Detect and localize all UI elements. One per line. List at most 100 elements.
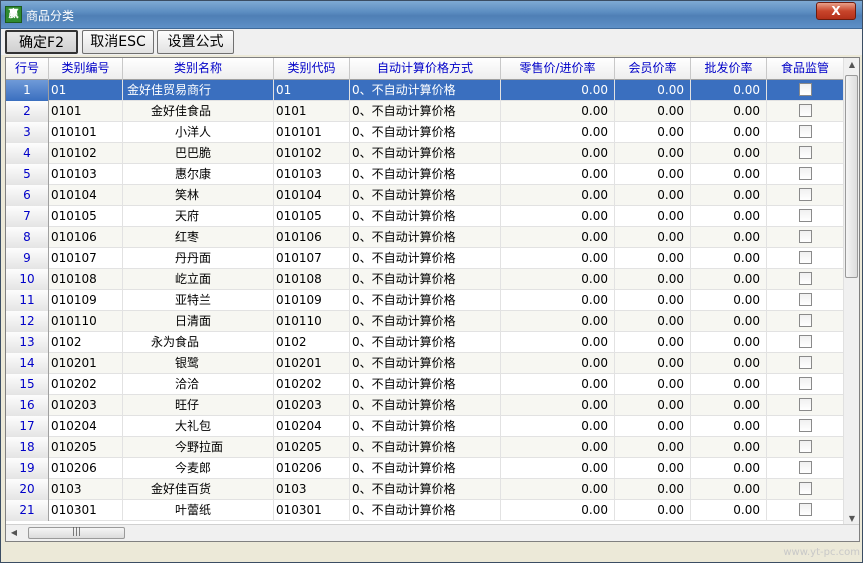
wholesale-rate-cell[interactable]: 0.00 (691, 164, 767, 185)
category-name-cell[interactable]: 金好佳食品 (123, 101, 274, 122)
category-no-cell[interactable]: 010107 (49, 248, 123, 269)
category-name-cell[interactable]: 银鹭 (123, 353, 274, 374)
retail-rate-cell[interactable]: 0.00 (501, 227, 615, 248)
pricing-mode-cell[interactable]: 0、不自动计算价格 (350, 290, 501, 311)
retail-rate-cell[interactable]: 0.00 (501, 353, 615, 374)
category-no-cell[interactable]: 010205 (49, 437, 123, 458)
category-no-cell[interactable]: 010105 (49, 206, 123, 227)
retail-rate-cell[interactable]: 0.00 (501, 206, 615, 227)
category-code-cell[interactable]: 010201 (274, 353, 350, 374)
wholesale-rate-cell[interactable]: 0.00 (691, 269, 767, 290)
row-number[interactable]: 14 (6, 353, 49, 374)
food-supervision-checkbox[interactable] (799, 440, 812, 453)
retail-rate-cell[interactable]: 0.00 (501, 395, 615, 416)
wholesale-rate-cell[interactable]: 0.00 (691, 416, 767, 437)
retail-rate-cell[interactable]: 0.00 (501, 185, 615, 206)
category-no-cell[interactable]: 010110 (49, 311, 123, 332)
category-no-cell[interactable]: 010106 (49, 227, 123, 248)
category-code-cell[interactable]: 01 (274, 80, 350, 101)
member-rate-cell[interactable]: 0.00 (615, 269, 691, 290)
row-number[interactable]: 13 (6, 332, 49, 353)
row-number[interactable]: 8 (6, 227, 49, 248)
table-row[interactable]: 10 010108 屹立面 010108 0、不自动计算价格 0.00 0.00 0.00 (6, 269, 844, 290)
category-code-cell[interactable]: 0101 (274, 101, 350, 122)
member-rate-cell[interactable]: 0.00 (615, 206, 691, 227)
pricing-mode-cell[interactable]: 0、不自动计算价格 (350, 269, 501, 290)
col-header-category-no[interactable]: 类别编号 (49, 58, 123, 80)
retail-rate-cell[interactable]: 0.00 (501, 164, 615, 185)
member-rate-cell[interactable]: 0.00 (615, 164, 691, 185)
food-supervision-checkbox[interactable] (799, 272, 812, 285)
pricing-mode-cell[interactable]: 0、不自动计算价格 (350, 500, 501, 521)
pricing-mode-cell[interactable]: 0、不自动计算价格 (350, 311, 501, 332)
row-number[interactable]: 2 (6, 101, 49, 122)
table-row[interactable]: 1 01 金好佳贸易商行 01 0、不自动计算价格 0.00 0.00 0.00 (6, 80, 844, 101)
col-header-food-supervision[interactable]: 食品监管 (767, 58, 844, 80)
col-header-retail-rate[interactable]: 零售价/进价率 (501, 58, 615, 80)
category-name-cell[interactable]: 日清面 (123, 311, 274, 332)
col-header-category-name[interactable]: 类别名称 (123, 58, 274, 80)
food-supervision-checkbox[interactable] (799, 356, 812, 369)
scroll-down-icon[interactable]: ▼ (844, 514, 859, 523)
table-row[interactable]: 12 010110 日清面 010110 0、不自动计算价格 0.00 0.00 0.00 (6, 311, 844, 332)
member-rate-cell[interactable]: 0.00 (615, 416, 691, 437)
row-number[interactable]: 3 (6, 122, 49, 143)
category-no-cell[interactable]: 010203 (49, 395, 123, 416)
row-number[interactable]: 16 (6, 395, 49, 416)
category-name-cell[interactable]: 今野拉面 (123, 437, 274, 458)
food-supervision-checkbox[interactable] (799, 83, 812, 96)
category-name-cell[interactable]: 笑林 (123, 185, 274, 206)
wholesale-rate-cell[interactable]: 0.00 (691, 458, 767, 479)
food-supervision-checkbox[interactable] (799, 461, 812, 474)
category-name-cell[interactable]: 叶蕾纸 (123, 500, 274, 521)
category-name-cell[interactable]: 红枣 (123, 227, 274, 248)
retail-rate-cell[interactable]: 0.00 (501, 311, 615, 332)
category-no-cell[interactable]: 01 (49, 80, 123, 101)
food-supervision-checkbox[interactable] (799, 419, 812, 432)
wholesale-rate-cell[interactable]: 0.00 (691, 122, 767, 143)
category-no-cell[interactable]: 010108 (49, 269, 123, 290)
category-code-cell[interactable]: 010205 (274, 437, 350, 458)
category-code-cell[interactable]: 010105 (274, 206, 350, 227)
pricing-mode-cell[interactable]: 0、不自动计算价格 (350, 164, 501, 185)
category-code-cell[interactable]: 010104 (274, 185, 350, 206)
table-row[interactable]: 2 0101 金好佳食品 0101 0、不自动计算价格 0.00 0.00 0.00 (6, 101, 844, 122)
table-row[interactable]: 14 010201 银鹭 010201 0、不自动计算价格 0.00 0.00 0.00 (6, 353, 844, 374)
wholesale-rate-cell[interactable]: 0.00 (691, 374, 767, 395)
pricing-mode-cell[interactable]: 0、不自动计算价格 (350, 101, 501, 122)
food-supervision-checkbox[interactable] (799, 293, 812, 306)
wholesale-rate-cell[interactable]: 0.00 (691, 437, 767, 458)
pricing-mode-cell[interactable]: 0、不自动计算价格 (350, 416, 501, 437)
vertical-scroll-thumb[interactable] (845, 75, 858, 278)
category-name-cell[interactable]: 亚特兰 (123, 290, 274, 311)
col-header-category-code[interactable]: 类别代码 (274, 58, 350, 80)
retail-rate-cell[interactable]: 0.00 (501, 332, 615, 353)
table-row[interactable]: 9 010107 丹丹面 010107 0、不自动计算价格 0.00 0.00 0.00 (6, 248, 844, 269)
category-no-cell[interactable]: 0101 (49, 101, 123, 122)
retail-rate-cell[interactable]: 0.00 (501, 248, 615, 269)
food-supervision-checkbox[interactable] (799, 503, 812, 516)
wholesale-rate-cell[interactable]: 0.00 (691, 185, 767, 206)
category-code-cell[interactable]: 010103 (274, 164, 350, 185)
row-number[interactable]: 10 (6, 269, 49, 290)
wholesale-rate-cell[interactable]: 0.00 (691, 395, 767, 416)
pricing-mode-cell[interactable]: 0、不自动计算价格 (350, 479, 501, 500)
category-no-cell[interactable]: 0103 (49, 479, 123, 500)
category-no-cell[interactable]: 010201 (49, 353, 123, 374)
retail-rate-cell[interactable]: 0.00 (501, 437, 615, 458)
member-rate-cell[interactable]: 0.00 (615, 311, 691, 332)
wholesale-rate-cell[interactable]: 0.00 (691, 143, 767, 164)
row-number[interactable]: 5 (6, 164, 49, 185)
category-code-cell[interactable]: 010101 (274, 122, 350, 143)
food-supervision-checkbox[interactable] (799, 335, 812, 348)
table-row[interactable]: 17 010204 大礼包 010204 0、不自动计算价格 0.00 0.00 0.00 (6, 416, 844, 437)
food-supervision-checkbox[interactable] (799, 167, 812, 180)
category-code-cell[interactable]: 0102 (274, 332, 350, 353)
retail-rate-cell[interactable]: 0.00 (501, 101, 615, 122)
wholesale-rate-cell[interactable]: 0.00 (691, 80, 767, 101)
member-rate-cell[interactable]: 0.00 (615, 248, 691, 269)
pricing-mode-cell[interactable]: 0、不自动计算价格 (350, 185, 501, 206)
row-number[interactable]: 12 (6, 311, 49, 332)
table-row[interactable]: 16 010203 旺仔 010203 0、不自动计算价格 0.00 0.00 0.00 (6, 395, 844, 416)
member-rate-cell[interactable]: 0.00 (615, 143, 691, 164)
